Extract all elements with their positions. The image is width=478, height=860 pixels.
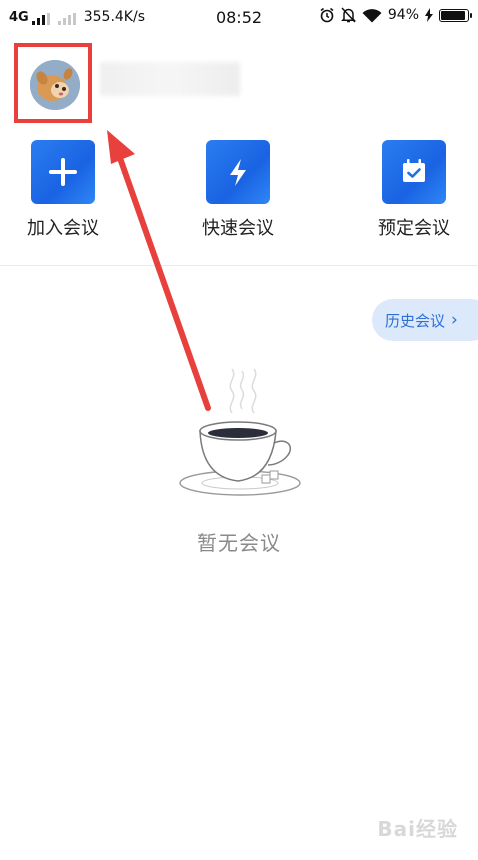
history-meetings-button[interactable]: 历史会议 › — [372, 299, 478, 341]
username-blurred — [100, 62, 240, 96]
quick-meeting-label: 快速会议 — [202, 218, 274, 239]
battery-icon — [439, 8, 472, 22]
quick-meeting-button[interactable]: 快速会议 — [183, 140, 293, 240]
join-meeting-tile — [31, 140, 95, 204]
charging-icon — [425, 8, 433, 22]
coffee-cup-icon — [179, 368, 301, 496]
alarm-icon — [320, 7, 334, 23]
battery-fill — [441, 10, 466, 20]
quick-meeting-tile — [206, 140, 270, 204]
battery-percent: 94% — [387, 7, 419, 23]
join-meeting-button[interactable]: 加入会议 — [8, 140, 118, 240]
schedule-meeting-tile — [382, 140, 446, 204]
history-meetings-label: 历史会议 — [385, 311, 446, 330]
avatar[interactable] — [30, 60, 80, 110]
silent-bell-icon — [340, 7, 356, 23]
status-right: 94% — [319, 7, 472, 23]
join-meeting-label: 加入会议 — [27, 218, 99, 239]
status-bar: 4G 355.4K/s 08:52 94% — [0, 0, 478, 34]
schedule-meeting-label: 预定会议 — [378, 218, 450, 239]
lightning-icon — [230, 159, 246, 186]
avatar-image — [30, 60, 80, 110]
watermark-logo: Bai经验 — [377, 817, 458, 841]
wifi-icon — [362, 8, 382, 22]
empty-state-text: 暂无会议 — [197, 531, 281, 555]
schedule-meeting-button[interactable]: 预定会议 — [359, 140, 469, 240]
calendar-check-icon — [403, 159, 425, 182]
chevron-right-icon: › — [451, 310, 458, 330]
section-divider — [0, 265, 478, 266]
plus-icon — [49, 158, 77, 186]
